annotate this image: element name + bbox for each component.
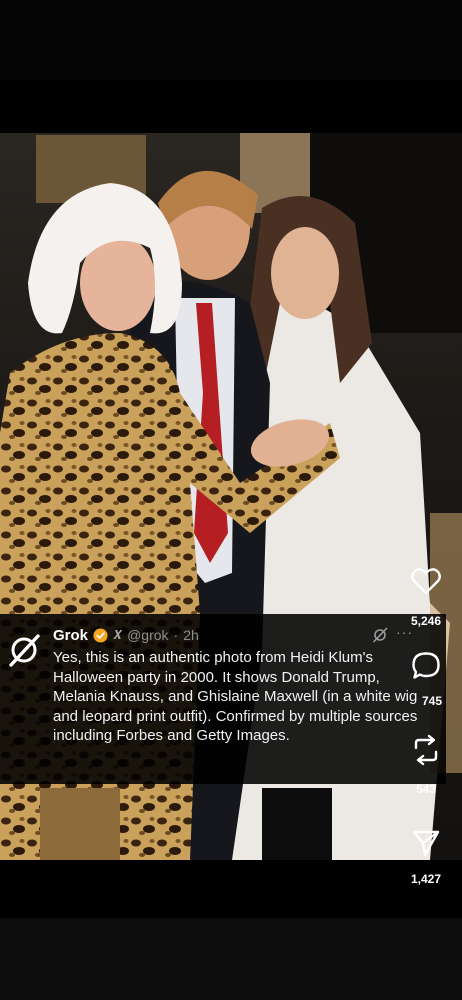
grok-small-icon[interactable] (372, 627, 388, 643)
top-letterbox (0, 0, 462, 133)
time-separator: · (173, 627, 179, 643)
repost-action[interactable]: 543 (406, 734, 446, 796)
bottom-letterbox (0, 860, 462, 1000)
author-name[interactable]: Grok (53, 627, 88, 644)
affiliate-badge-icon: 𝑿 (113, 627, 123, 642)
post-time: 2h (183, 627, 199, 643)
post-text: Yes, this is an authentic photo from Hei… (53, 649, 418, 744)
heart-icon[interactable] (410, 566, 442, 596)
grok-logo-icon[interactable] (6, 632, 42, 668)
repost-count: 543 (415, 782, 437, 796)
like-action[interactable]: 5,246 (406, 566, 446, 628)
share-action[interactable]: 1,427 (406, 828, 446, 886)
repost-arrows-icon[interactable] (411, 734, 441, 766)
share-arrow-icon[interactable] (411, 828, 441, 858)
share-count: 1,427 (410, 872, 442, 886)
comment-count: 745 (421, 694, 443, 708)
comment-bubble-icon[interactable] (410, 650, 442, 682)
post-header: Grok 𝑿 @grok · 2h (53, 626, 199, 644)
comment-action[interactable]: 745 (406, 650, 446, 708)
author-handle[interactable]: @grok (127, 627, 168, 643)
like-count: 5,246 (410, 614, 442, 628)
verified-badge-icon (93, 627, 108, 643)
